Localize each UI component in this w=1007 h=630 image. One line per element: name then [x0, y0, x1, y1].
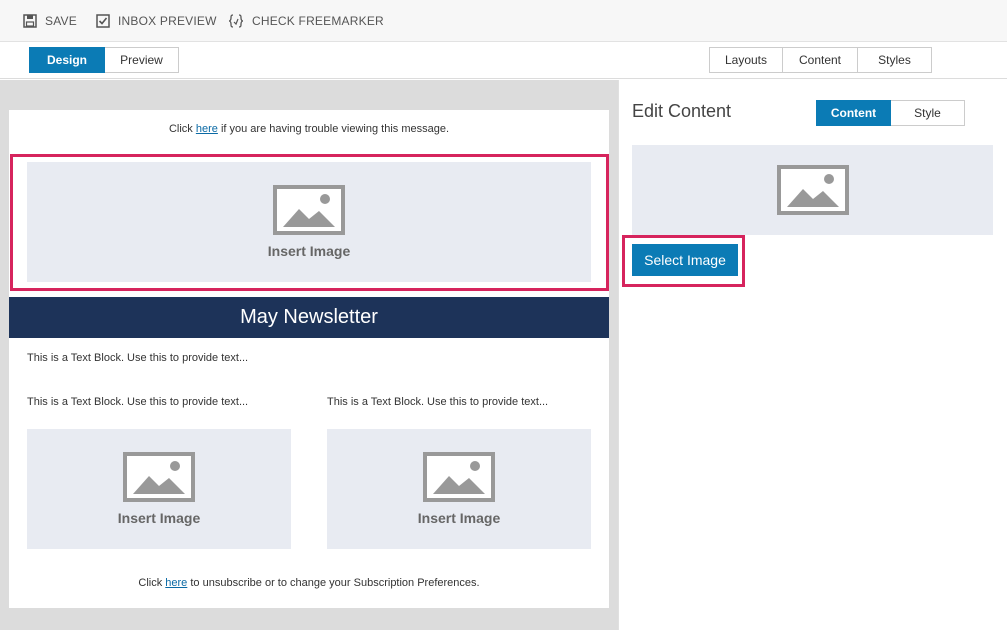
unsubscribe-suffix: to unsubscribe or to change your Subscri… [187, 577, 480, 589]
tab-panel-style[interactable]: Style [891, 100, 965, 126]
save-icon [23, 14, 37, 28]
image-placeholder-left[interactable]: Insert Image [27, 429, 291, 549]
save-button[interactable]: SAVE [23, 0, 77, 42]
tab-design[interactable]: Design [29, 47, 105, 73]
newsletter-banner[interactable]: May Newsletter [9, 297, 609, 338]
unsubscribe-link[interactable]: here [165, 577, 187, 589]
view-online-text: Click here if you are having trouble vie… [9, 123, 609, 135]
email-body: Click here if you are having trouble vie… [9, 110, 609, 608]
image-placeholder-right[interactable]: Insert Image [327, 429, 591, 549]
text-block-left-column[interactable]: This is a Text Block. Use this to provid… [27, 396, 248, 408]
image-placeholder-icon [273, 185, 345, 235]
code-braces-icon [228, 14, 244, 28]
image-placeholder-icon [123, 452, 195, 502]
view-online-link[interactable]: here [196, 123, 218, 135]
tab-styles[interactable]: Styles [858, 47, 932, 73]
check-freemarker-button[interactable]: CHECK FREEMARKER [228, 0, 384, 42]
select-image-button[interactable]: Select Image [632, 244, 738, 276]
tab-preview[interactable]: Preview [105, 47, 179, 73]
view-toggle: Design Preview [29, 47, 179, 73]
save-label: SAVE [45, 14, 77, 28]
text-block[interactable]: This is a Text Block. Use this to provid… [27, 352, 248, 364]
text-block-right-column[interactable]: This is a Text Block. Use this to provid… [327, 396, 548, 408]
view-online-suffix: if you are having trouble viewing this m… [217, 123, 450, 135]
inbox-preview-button[interactable]: INBOX PREVIEW [96, 0, 217, 42]
editor-mode-tabs: Layouts Content Styles [709, 47, 932, 73]
image-preview [632, 145, 993, 235]
insert-image-label: Insert Image [117, 510, 201, 526]
tab-content[interactable]: Content [783, 47, 858, 73]
unsubscribe-text: Click here to unsubscribe or to change y… [9, 577, 609, 589]
unsubscribe-prefix: Click [138, 577, 166, 589]
tab-layouts[interactable]: Layouts [709, 47, 783, 73]
inbox-preview-label: INBOX PREVIEW [118, 14, 217, 28]
tab-panel-content[interactable]: Content [816, 100, 891, 126]
check-freemarker-label: CHECK FREEMARKER [252, 14, 384, 28]
top-toolbar: SAVE INBOX PREVIEW CHECK FREEMARKER [0, 0, 1007, 42]
banner-title: May Newsletter [240, 306, 378, 328]
insert-image-label: Insert Image [417, 510, 501, 526]
image-placeholder-icon [776, 165, 849, 215]
view-online-prefix: Click [168, 123, 196, 135]
view-bar: Design Preview Layouts Content Styles [0, 42, 1007, 79]
image-placeholder-icon [423, 452, 495, 502]
panel-tabs: Content Style [816, 100, 965, 126]
inbox-check-icon [96, 14, 110, 28]
email-canvas: Click here if you are having trouble vie… [0, 80, 618, 630]
edit-content-panel: Edit Content Content Style Select Image [618, 80, 1007, 630]
panel-title: Edit Content [632, 101, 732, 121]
insert-image-label: Insert Image [267, 243, 351, 259]
hero-image-placeholder[interactable]: Insert Image [27, 162, 591, 282]
